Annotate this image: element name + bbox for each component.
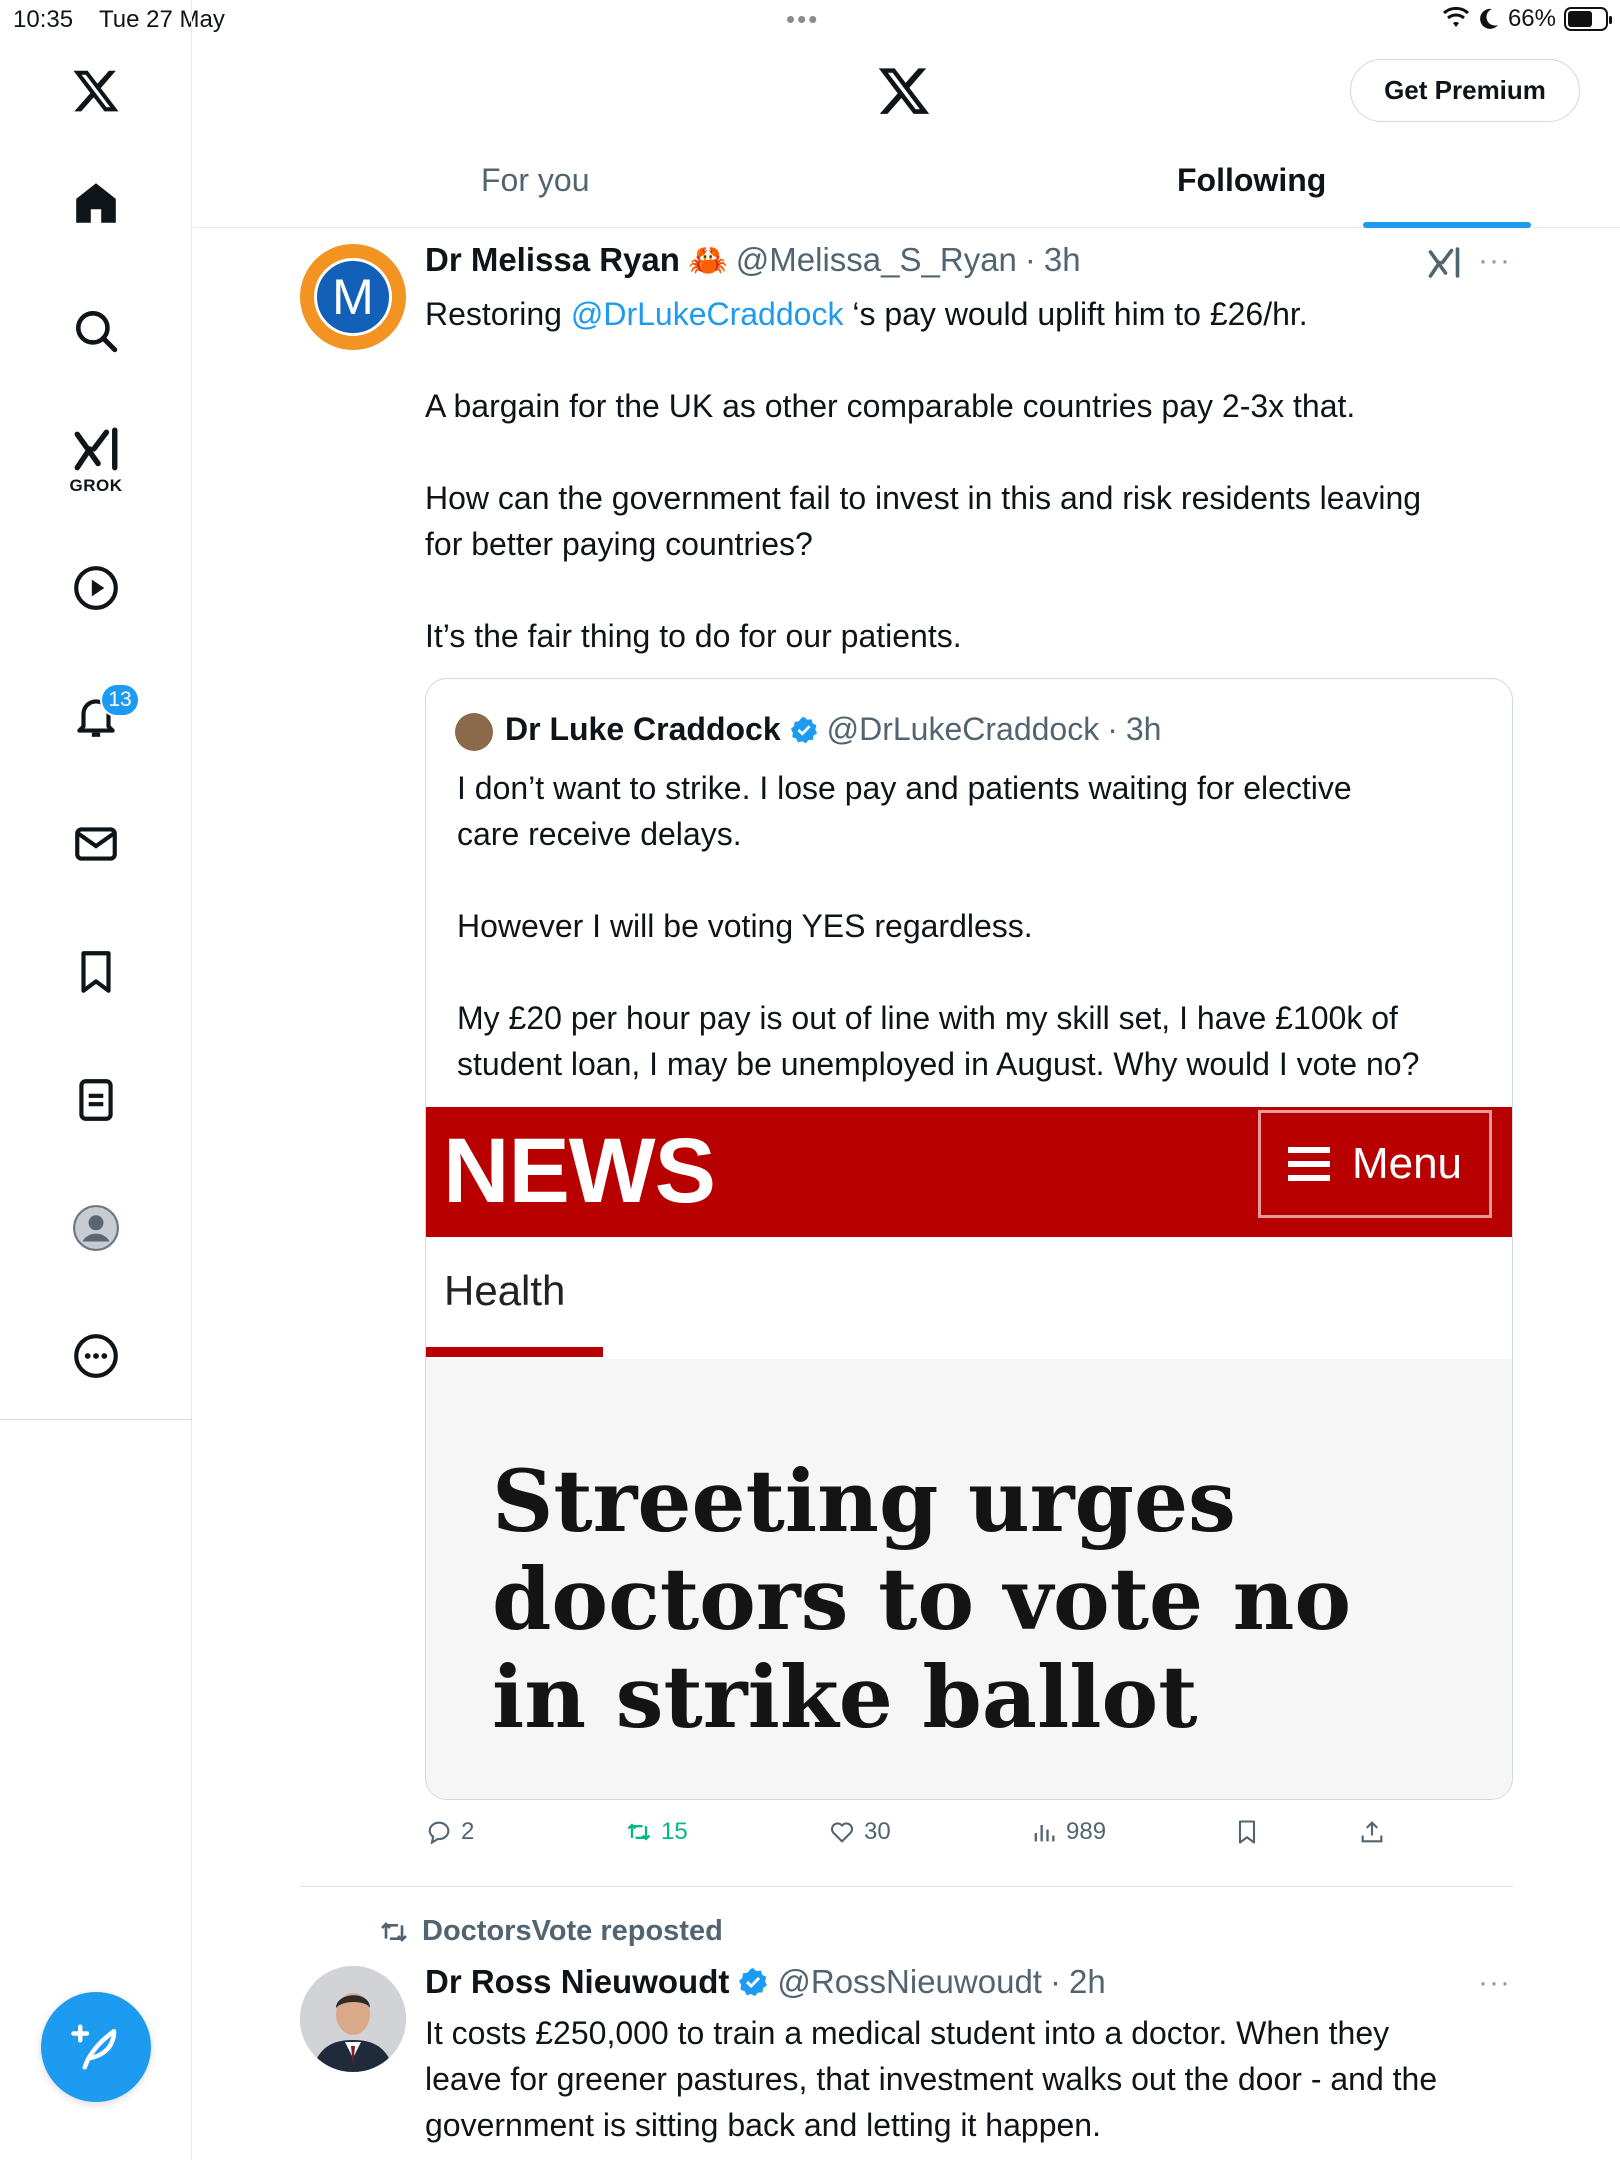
bookmarks-icon[interactable] <box>65 941 127 1003</box>
compose-post-button[interactable] <box>41 1992 151 2102</box>
battery-icon <box>1564 7 1612 31</box>
wifi-icon <box>1442 7 1469 27</box>
reply-icon <box>428 1821 450 1845</box>
news-brand: NEWS <box>443 1120 716 1222</box>
more-options-icon[interactable] <box>65 1325 127 1387</box>
repost-button[interactable]: 15 <box>625 1818 688 1846</box>
news-header-bar: NEWS Menu <box>426 1107 1512 1237</box>
news-section-bar: Health <box>426 1237 1512 1359</box>
news-article-area: Streeting urges doctors to vote no in st… <box>426 1359 1512 1799</box>
status-bar: 10:35 Tue 27 May ••• 66% <box>0 0 1620 40</box>
profile-avatar-icon[interactable] <box>65 1197 127 1259</box>
grok-icon[interactable] <box>65 420 127 482</box>
views-chart-icon <box>1034 1825 1055 1842</box>
tweet-author-line: Dr Melissa Ryan 🦀 @Melissa_S_Ryan · 3h <box>425 241 1081 279</box>
home-icon[interactable] <box>65 172 127 234</box>
moon-icon <box>1480 8 1498 29</box>
hamburger-icon <box>1287 1147 1330 1181</box>
quote-author-line: Dr Luke Craddock @DrLukeCraddock · 3h <box>505 711 1162 747</box>
avatar[interactable] <box>300 1966 406 2072</box>
lists-icon[interactable] <box>65 1069 127 1131</box>
post-actions: 2 15 30 989 <box>425 1818 1525 1858</box>
repost-context[interactable]: DoctorsVote reposted <box>378 1915 723 1948</box>
heart-icon <box>830 1822 854 1843</box>
get-premium-button[interactable]: Get Premium <box>1350 59 1580 122</box>
quote-text: I don’t want to strike. I lose pay and p… <box>457 770 1420 1082</box>
views-button[interactable]: 989 <box>1030 1818 1106 1846</box>
tweet-text: A bargain for the UK as other comparable… <box>425 388 1422 654</box>
reply-count: 2 <box>461 1818 475 1845</box>
status-icons: 66% <box>1442 5 1612 33</box>
timeline-tabs: For you Following <box>193 150 1620 228</box>
sidebar-divider <box>0 1419 192 1420</box>
repost-icon <box>627 1823 651 1841</box>
quote-author-name: Dr Luke Craddock <box>505 711 781 747</box>
share-icon <box>1361 1821 1383 1843</box>
news-menu-label: Menu <box>1351 1139 1463 1188</box>
mention-link[interactable]: @DrLukeCraddock <box>571 296 844 332</box>
compose-feather-icon <box>71 2024 117 2070</box>
quote-avatar <box>455 713 493 751</box>
post-divider <box>300 1886 1513 1887</box>
crab-emoji: 🦀 <box>687 242 728 278</box>
x-logo-icon[interactable] <box>65 60 127 122</box>
sidebar: GROK 13 <box>0 0 192 2160</box>
notifications-badge: 13 <box>100 683 140 717</box>
x-logo-header-icon <box>878 68 930 114</box>
tab-for-you[interactable]: For you <box>481 162 589 199</box>
news-headline: Streeting urges doctors to vote no in st… <box>492 1452 1352 1748</box>
author-name[interactable]: Dr Melissa Ryan <box>425 241 680 279</box>
author-handle[interactable]: @RossNieuwoudt <box>777 1963 1042 2001</box>
views-count: 989 <box>1066 1818 1107 1845</box>
post-more-icon[interactable]: ··· <box>1478 244 1518 278</box>
quote-post-time: 3h <box>1125 711 1162 747</box>
author-name[interactable]: Dr Ross Nieuwoudt <box>425 1963 729 2001</box>
quote-author-handle: @DrLukeCraddock <box>826 711 1100 747</box>
news-section-label: Health <box>444 1267 566 1314</box>
tweet-author-line: Dr Ross Nieuwoudt @RossNieuwoudt · 2h <box>425 1963 1106 2001</box>
post-time[interactable]: 2h <box>1069 1963 1106 2001</box>
messages-envelope-icon[interactable] <box>65 813 127 875</box>
verified-badge-icon <box>790 716 817 743</box>
active-tab-indicator <box>1363 222 1531 228</box>
post-time[interactable]: 3h <box>1044 241 1081 279</box>
reply-button[interactable]: 2 <box>425 1818 474 1846</box>
multitasking-dots-icon[interactable]: ••• <box>786 4 819 35</box>
quoted-post[interactable]: Dr Luke Craddock @DrLukeCraddock · 3h I … <box>425 678 1513 1800</box>
bookmark-button[interactable] <box>1233 1818 1261 1846</box>
author-handle[interactable]: @Melissa_S_Ryan <box>736 241 1017 279</box>
post-more-icon[interactable]: ··· <box>1478 1966 1518 2000</box>
like-button[interactable]: 30 <box>828 1818 891 1846</box>
tweet-text: It costs £250,000 to train a medical stu… <box>425 2015 1438 2143</box>
tab-following[interactable]: Following <box>1177 162 1326 199</box>
news-menu-button: Menu <box>1258 1110 1492 1218</box>
bookmark-icon <box>1238 1820 1256 1844</box>
repost-context-label: DoctorsVote reposted <box>422 1915 723 1947</box>
share-button[interactable] <box>1358 1818 1386 1846</box>
news-section-underline <box>426 1347 603 1357</box>
tweet-text-first-line: Restoring @DrLukeCraddock ‘s pay would u… <box>425 296 1308 332</box>
grok-explain-icon[interactable] <box>1426 246 1462 282</box>
video-play-icon[interactable] <box>65 557 127 619</box>
grok-label: GROK <box>69 476 123 495</box>
like-count: 30 <box>864 1818 891 1845</box>
verified-badge-icon <box>739 1968 768 1997</box>
battery-percent: 66% <box>1507 5 1556 32</box>
repost-context-icon <box>381 1921 407 1942</box>
repost-count: 15 <box>661 1818 688 1845</box>
search-icon[interactable] <box>65 300 127 362</box>
avatar[interactable]: M <box>300 244 406 350</box>
